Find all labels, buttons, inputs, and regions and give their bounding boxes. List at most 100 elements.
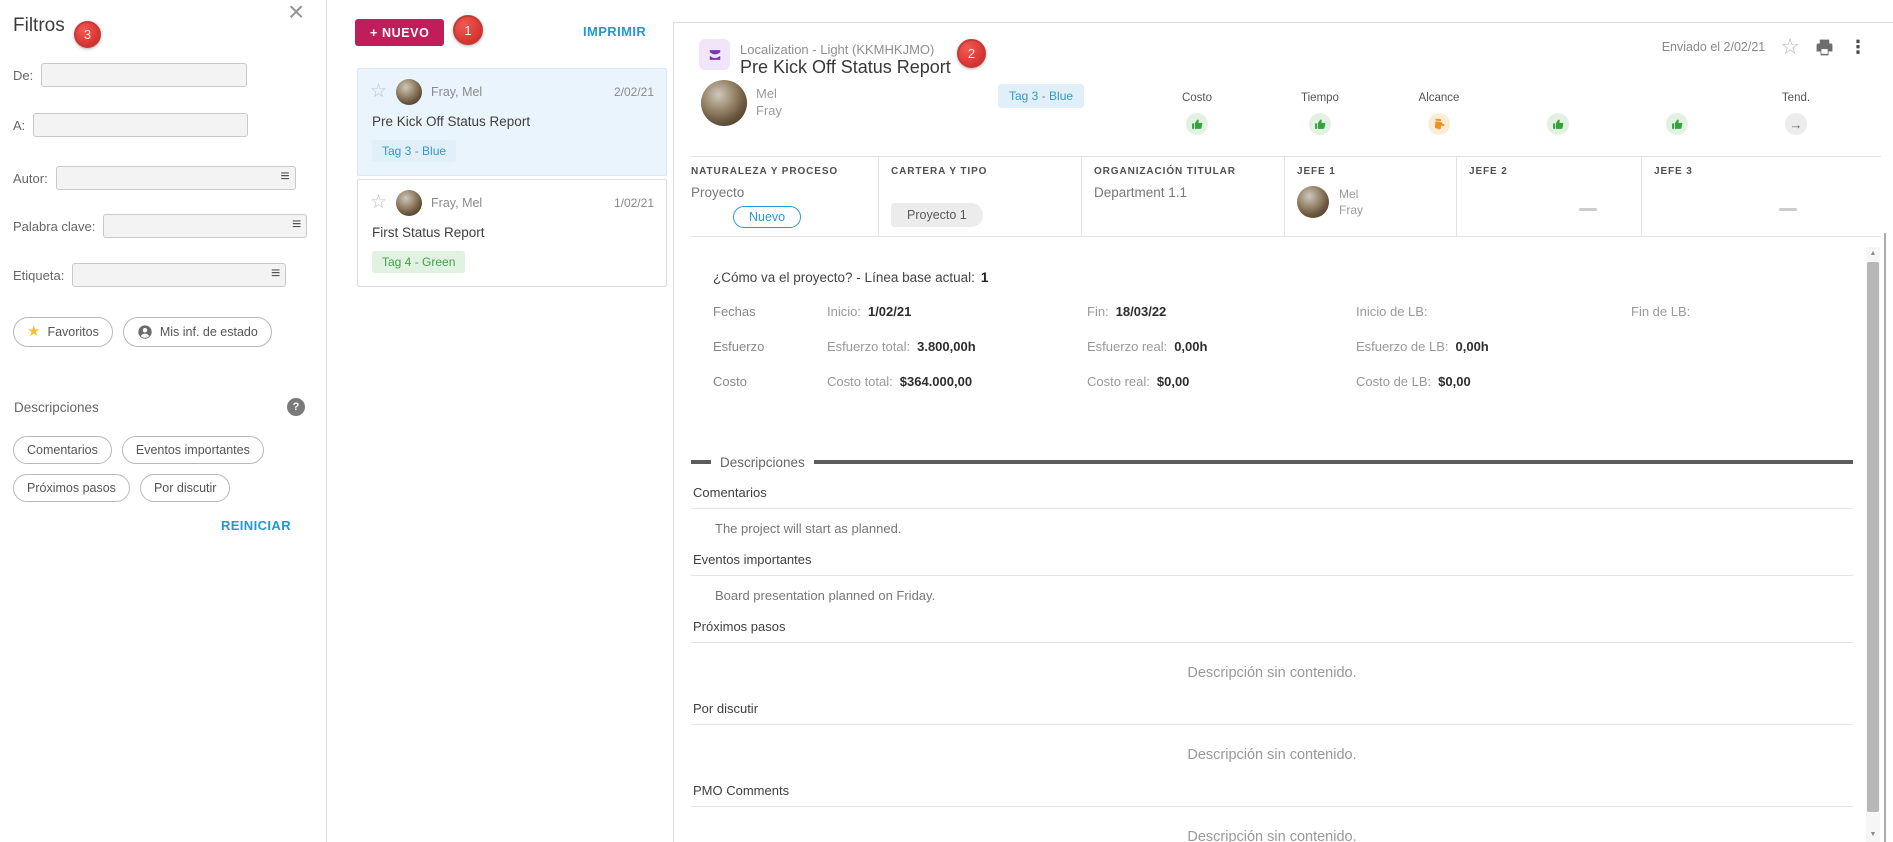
empty-dash-icon xyxy=(1579,208,1597,211)
my-status-reports-label: Mis inf. de estado xyxy=(160,325,258,339)
section-body-pmo: Descripción sin contenido. xyxy=(691,807,1853,842)
metric-tendencia: Tend. → xyxy=(1751,92,1841,135)
section-body-eventos: Board presentation planned on Friday. xyxy=(691,576,1853,619)
author-last-name: Fray xyxy=(756,102,782,119)
report-author: Fray, Mel xyxy=(431,85,482,99)
metric-alcance: Alcance xyxy=(1394,92,1484,135)
favorite-star-icon[interactable]: ☆ xyxy=(370,82,387,102)
report-date: 2/02/21 xyxy=(614,85,654,99)
date-to-label: A: xyxy=(13,118,25,133)
detail-row-fechas: Fechas Inicio:1/02/21 Fin:18/03/22 Inici… xyxy=(713,304,1863,320)
help-icon[interactable]: ? xyxy=(287,398,305,416)
keyword-input[interactable] xyxy=(103,214,307,238)
filters-title: Filtros xyxy=(13,15,65,37)
report-card[interactable]: ☆ Fray, Mel 1/02/21 First Status Report … xyxy=(357,179,667,287)
report-badge: 2 xyxy=(957,39,986,68)
new-report-button[interactable]: + NUEVO xyxy=(355,19,444,46)
author-avatar xyxy=(701,80,747,126)
summary-cell-jefe1: JEFE 1 Mel Fray xyxy=(1284,157,1456,236)
thumb-up-icon xyxy=(1547,113,1569,135)
favorite-star-icon[interactable]: ☆ xyxy=(370,193,387,213)
scroll-down-icon[interactable]: ▼ xyxy=(1866,828,1880,842)
trend-arrow-icon: → xyxy=(1785,113,1807,135)
star-icon: ★ xyxy=(27,326,40,338)
summary-cell-jefe2: JEFE 2 xyxy=(1456,157,1641,236)
report-detail-panel: Localization - Light (KKMHKJMO) Pre Kick… xyxy=(673,22,1893,842)
kebab-menu-icon[interactable]: ⋮ xyxy=(1849,37,1867,58)
metric-unlabeled-1 xyxy=(1513,92,1603,135)
report-list-panel: + NUEVO 1 IMPRIMIR ☆ Fray, Mel 2/02/21 P… xyxy=(328,0,673,842)
description-filter-chip-discutir[interactable]: Por discutir xyxy=(140,474,231,502)
summary-table: NATURALEZA Y PROCESO Proyecto Nuevo CART… xyxy=(691,156,1881,237)
baseline-value: 1 xyxy=(981,270,989,285)
section-title-pmo: PMO Comments xyxy=(691,783,1853,807)
my-status-reports-button[interactable]: Mis inf. de estado xyxy=(123,317,272,347)
project-name: Localization - Light (KKMHKJMO) xyxy=(740,42,934,57)
avatar xyxy=(396,79,422,105)
description-filter-chip-proximos[interactable]: Próximos pasos xyxy=(13,474,130,502)
close-icon[interactable]: × xyxy=(288,0,304,26)
date-to-input[interactable] xyxy=(33,113,248,137)
favorites-label: Favoritos xyxy=(47,325,98,339)
date-to-row: A: xyxy=(13,113,248,137)
section-body-proximos: Descripción sin contenido. xyxy=(691,643,1853,701)
scroll-up-icon[interactable]: ▲ xyxy=(1866,247,1880,261)
status-chip-nuevo: Nuevo xyxy=(733,206,801,228)
print-list-button[interactable]: IMPRIMIR xyxy=(583,24,646,39)
report-card[interactable]: ☆ Fray, Mel 2/02/21 Pre Kick Off Status … xyxy=(357,68,667,176)
section-title-proximos: Próximos pasos xyxy=(691,619,1853,643)
empty-dash-icon xyxy=(1779,208,1797,211)
thumb-up-icon xyxy=(1666,113,1688,135)
date-from-row: De: xyxy=(13,63,247,87)
detail-row-costo: Costo Costo total:$364.000,00 Costo real… xyxy=(713,374,1863,390)
report-page-title: Pre Kick Off Status Report xyxy=(740,57,951,78)
section-title-comentarios: Comentarios xyxy=(691,485,1853,509)
metric-costo: Costo xyxy=(1152,92,1242,135)
project-icon xyxy=(699,39,730,70)
keyword-row: Palabra clave: ≡ xyxy=(13,214,307,238)
report-author: Fray, Mel xyxy=(431,196,482,210)
filters-count-badge: 3 xyxy=(74,21,101,48)
status-question: ¿Cómo va el proyecto? - Línea base actua… xyxy=(713,270,988,285)
hamburger-icon[interactable]: ≡ xyxy=(280,168,289,186)
thumb-up-icon xyxy=(1186,113,1208,135)
favorites-filter-button[interactable]: ★ Favoritos xyxy=(13,317,113,347)
section-body-comentarios: The project will start as planned. xyxy=(691,509,1853,552)
summary-cell-organizacion: ORGANIZACIÓN TITULAR Department 1.1 xyxy=(1081,157,1284,236)
new-report-badge: 1 xyxy=(453,15,483,45)
report-title: Pre Kick Off Status Report xyxy=(372,114,654,129)
tag-input[interactable] xyxy=(72,263,286,287)
description-filter-chip-eventos[interactable]: Eventos importantes xyxy=(122,436,264,464)
thumb-sideways-icon xyxy=(1428,113,1450,135)
section-title-discutir: Por discutir xyxy=(691,701,1853,725)
scrollbar-thumb[interactable] xyxy=(1867,262,1879,812)
detail-row-esfuerzo: Esfuerzo Esfuerzo total:3.800,00h Esfuer… xyxy=(713,339,1863,355)
avatar xyxy=(396,190,422,216)
description-filter-chip-comentarios[interactable]: Comentarios xyxy=(13,436,112,464)
date-from-input[interactable] xyxy=(41,63,247,87)
author-first-name: Mel xyxy=(756,85,782,102)
hamburger-icon[interactable]: ≡ xyxy=(292,216,301,234)
filters-panel: Filtros 3 × De: A: Autor: ≡ Palabra clav… xyxy=(0,0,327,842)
sent-date-label: Enviado el 2/02/21 xyxy=(1662,40,1766,54)
author-input[interactable] xyxy=(56,166,296,190)
metric-unlabeled-2 xyxy=(1632,92,1722,135)
description-sections: Comentarios The project will start as pl… xyxy=(691,463,1853,842)
report-date: 1/02/21 xyxy=(614,196,654,210)
favorite-star-icon[interactable]: ☆ xyxy=(1780,36,1800,58)
report-title: First Status Report xyxy=(372,225,654,240)
descriptions-filter-title: Descripciones xyxy=(14,400,99,415)
reset-filters-button[interactable]: REINICIAR xyxy=(221,518,291,533)
report-tag-chip: Tag 3 - Blue xyxy=(372,140,456,162)
vertical-scrollbar[interactable]: ▲ ▼ xyxy=(1866,247,1880,842)
tag-row: Etiqueta: ≡ xyxy=(13,263,286,287)
panel-right-edge xyxy=(1884,233,1886,842)
hamburger-icon[interactable]: ≡ xyxy=(271,265,280,283)
report-tag-chip: Tag 3 - Blue xyxy=(998,84,1084,108)
portfolio-chip: Proyecto 1 xyxy=(891,203,983,227)
date-from-label: De: xyxy=(13,68,33,83)
manager-first-name: Mel xyxy=(1339,186,1363,202)
print-icon[interactable] xyxy=(1815,38,1834,57)
tag-label: Etiqueta: xyxy=(13,268,64,283)
summary-cell-cartera: CARTERA Y TIPO Proyecto 1 xyxy=(878,157,1081,236)
